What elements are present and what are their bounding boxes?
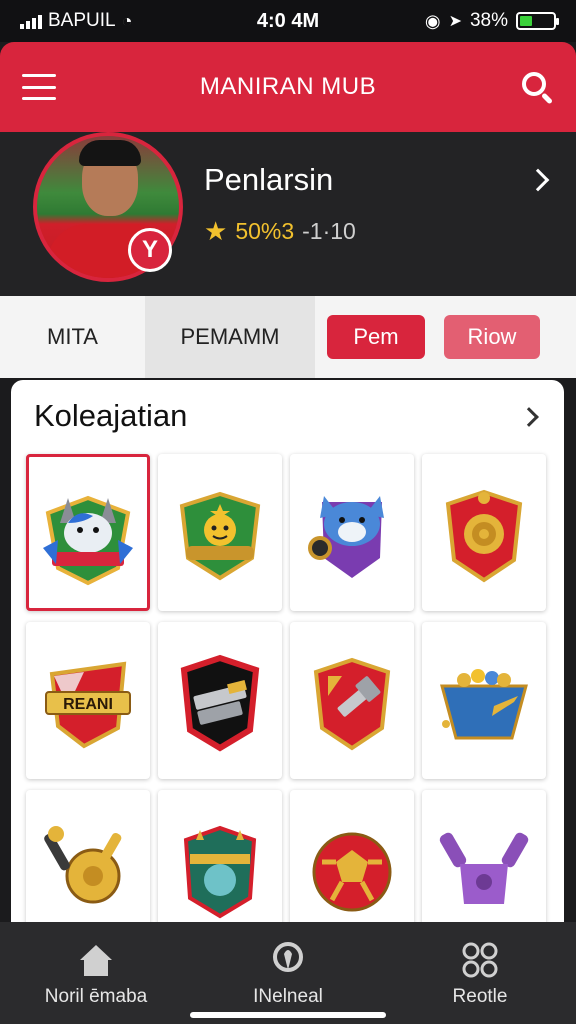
home-indicator[interactable] bbox=[190, 1012, 386, 1018]
reani-banner-text: REANI bbox=[63, 696, 113, 713]
player-stats: ★ 50%3 -1·10 bbox=[204, 216, 356, 247]
nav-label-home: Noril ēmaba bbox=[44, 986, 148, 1007]
reani-crest-icon: REANI bbox=[45, 661, 131, 748]
tab-pemamm[interactable]: PEMAMM bbox=[145, 296, 315, 378]
star-icon: ★ bbox=[204, 216, 228, 246]
bottom-nav: Noril ēmaba INelneal Reotle bbox=[0, 922, 576, 1024]
red-gold-ball-icon bbox=[312, 832, 392, 911]
chevron-right-icon[interactable] bbox=[526, 168, 550, 192]
badge-tile[interactable] bbox=[26, 790, 150, 940]
status-bar: BAPUIL ◔ 4:0 4M ◉ ➤ 38% bbox=[0, 0, 576, 42]
golden-key-ball-icon bbox=[44, 825, 122, 903]
location-icon bbox=[273, 942, 303, 972]
collection-card: Koleajatian REANI bbox=[11, 380, 564, 940]
stats-highlight: 50%3 bbox=[235, 218, 295, 244]
grid-icon bbox=[462, 942, 498, 978]
profile-header[interactable]: Y Penlarsin ★ 50%3 -1·10 bbox=[0, 132, 576, 296]
badge-tile[interactable]: REANI bbox=[26, 622, 150, 779]
app-title: MANIRAN MUB bbox=[199, 73, 377, 100]
badge-tile[interactable] bbox=[290, 790, 414, 940]
badge-tile[interactable] bbox=[26, 454, 150, 611]
treasure-bucket-icon bbox=[440, 668, 528, 739]
app-bar: MANIRAN MUB bbox=[0, 42, 576, 132]
riow-button[interactable]: Riow bbox=[444, 315, 540, 359]
nav-label-grid: Reotle bbox=[452, 986, 508, 1007]
tab-bar: MITA PEMAMM Pem Riow bbox=[0, 296, 576, 378]
blue-cat-crest-icon bbox=[308, 495, 384, 578]
nav-item-location[interactable]: INelneal bbox=[192, 922, 384, 1024]
black-hammer-crest-icon bbox=[180, 654, 260, 751]
red-hammer-crest-icon bbox=[313, 657, 391, 750]
pem-button[interactable]: Pem bbox=[327, 315, 425, 359]
collection-title: Koleajatian bbox=[34, 398, 188, 433]
purple-bottle-icon bbox=[439, 832, 529, 904]
battery-icon bbox=[516, 12, 559, 30]
teal-crest-icon bbox=[183, 825, 257, 918]
red-gold-crest-icon bbox=[445, 489, 523, 582]
badge-tile[interactable] bbox=[422, 454, 546, 611]
carrier-name: BAPUIL bbox=[48, 10, 116, 31]
badge-tile[interactable] bbox=[158, 454, 282, 611]
status-right: ◉ ➤ 38% bbox=[424, 10, 559, 32]
badge-tile[interactable] bbox=[422, 790, 546, 940]
green-star-crest-icon bbox=[179, 491, 261, 580]
tab-mita[interactable]: MITA bbox=[0, 296, 145, 378]
signal-icon bbox=[20, 13, 42, 29]
wolf-crest-icon bbox=[43, 495, 133, 585]
status-left: BAPUIL ◔ bbox=[20, 10, 132, 32]
location-arrow-icon: ➤ bbox=[448, 13, 462, 30]
nav-item-home[interactable]: Noril ēmaba bbox=[0, 922, 192, 1024]
badge-tile[interactable] bbox=[290, 622, 414, 779]
wifi-icon: ◔ bbox=[121, 10, 133, 31]
hamburger-icon[interactable] bbox=[22, 74, 56, 100]
nav-label-location: INelneal bbox=[253, 986, 323, 1007]
alarm-icon: ◉ bbox=[424, 10, 441, 31]
battery-percent: 38% bbox=[469, 10, 508, 31]
search-icon[interactable] bbox=[520, 70, 554, 105]
nav-item-grid[interactable]: Reotle bbox=[384, 922, 576, 1024]
home-icon bbox=[80, 945, 112, 976]
badge-tile[interactable] bbox=[158, 622, 282, 779]
chevron-right-icon[interactable] bbox=[519, 407, 539, 427]
player-name: Penlarsin bbox=[204, 162, 334, 197]
badge-tile[interactable] bbox=[290, 454, 414, 611]
badge-tile[interactable] bbox=[422, 622, 546, 779]
stats-rest: -1·10 bbox=[302, 218, 356, 244]
team-badge-icon: Y bbox=[128, 228, 172, 272]
badge-tile[interactable] bbox=[158, 790, 282, 940]
